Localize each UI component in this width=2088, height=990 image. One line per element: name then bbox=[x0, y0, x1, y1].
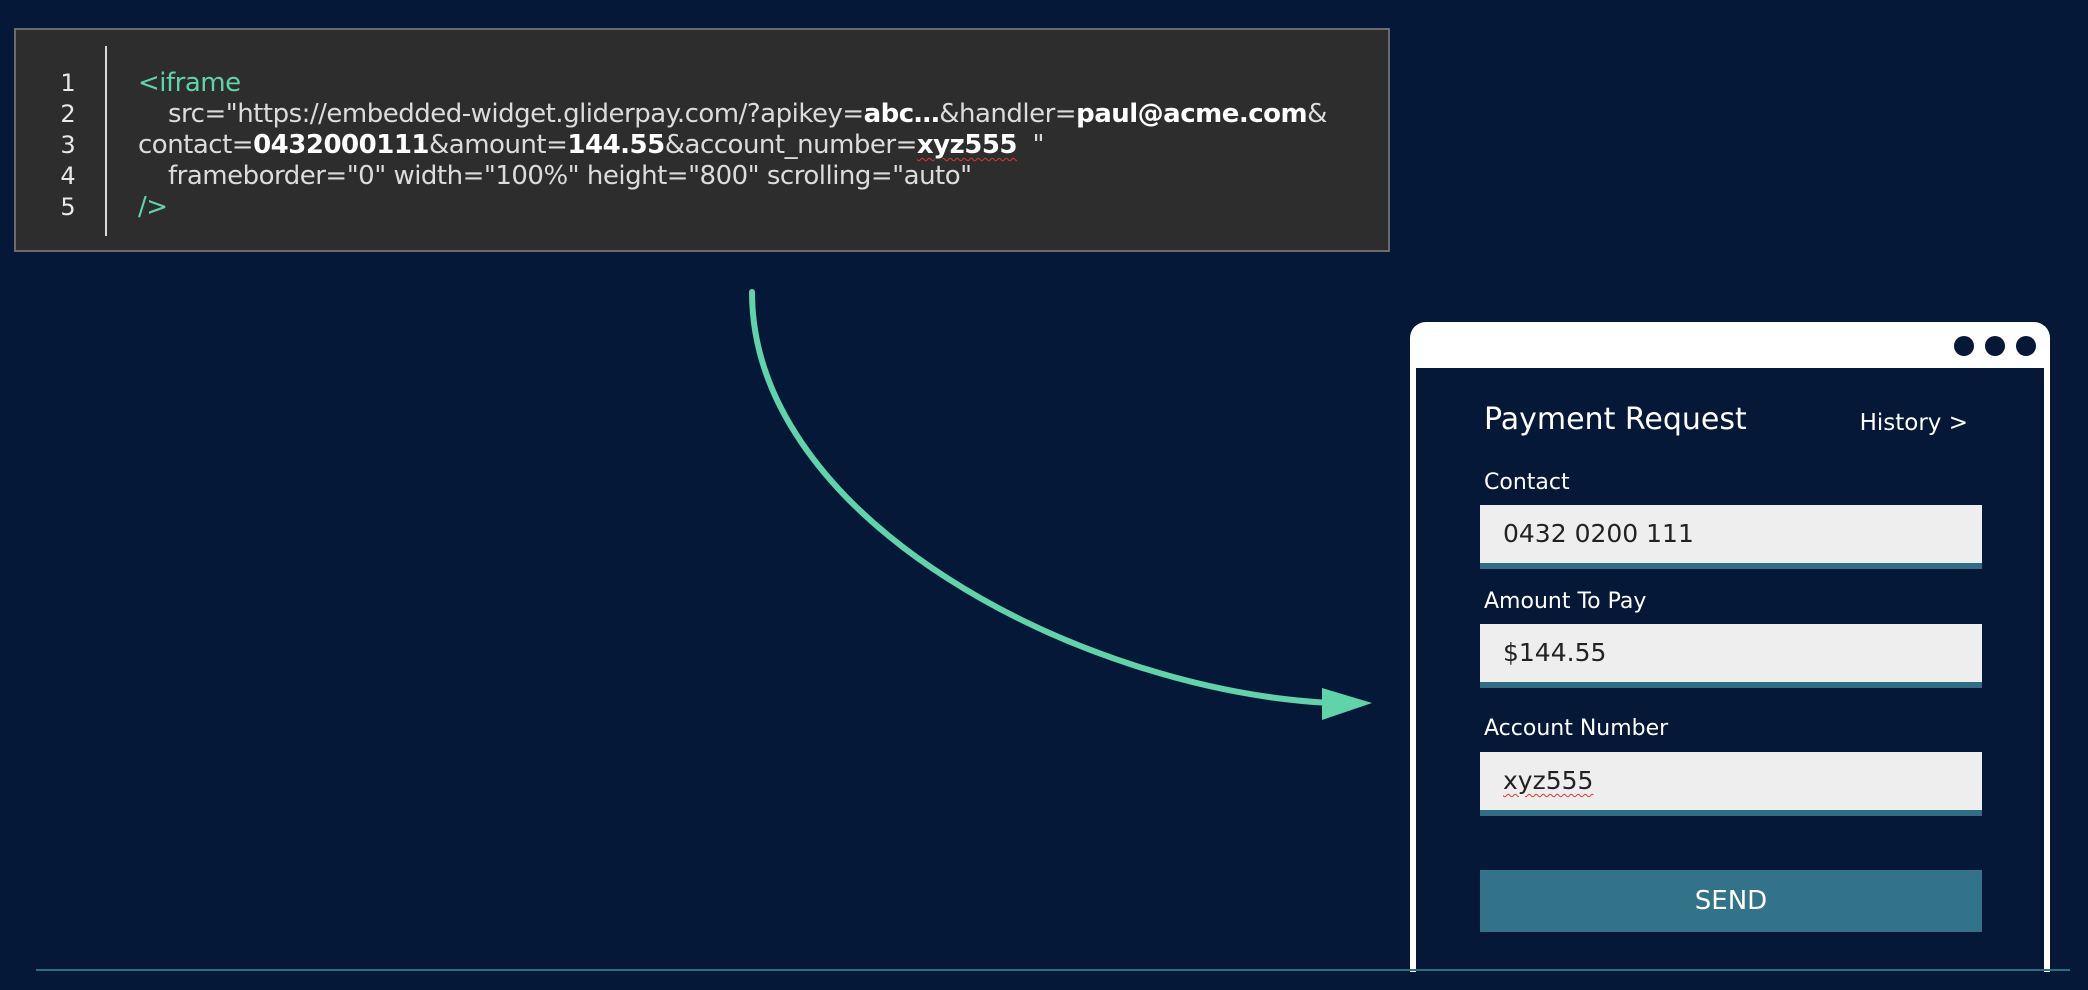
amount-label: Amount To Pay bbox=[1484, 589, 1647, 614]
window-controls bbox=[1954, 336, 2036, 356]
account-number-field[interactable]: xyz555 bbox=[1480, 752, 1982, 816]
dot-icon[interactable] bbox=[2016, 336, 2036, 356]
dot-icon[interactable] bbox=[1954, 336, 1974, 356]
account-number-value: xyz555 bbox=[1503, 766, 1594, 795]
payment-widget-window: Payment Request History > Contact 0432 0… bbox=[1410, 322, 2050, 972]
widget-body: Payment Request History > Contact 0432 0… bbox=[1416, 368, 2044, 972]
page-title: Payment Request bbox=[1484, 402, 1747, 437]
contact-label: Contact bbox=[1484, 470, 1570, 495]
send-button[interactable]: SEND bbox=[1480, 870, 1982, 932]
account-number-label: Account Number bbox=[1484, 716, 1669, 741]
bottom-divider bbox=[36, 969, 2070, 971]
history-link[interactable]: History > bbox=[1860, 410, 1968, 436]
dot-icon[interactable] bbox=[1985, 336, 2005, 356]
amount-field[interactable]: $144.55 bbox=[1480, 624, 1982, 688]
contact-field[interactable]: 0432 0200 111 bbox=[1480, 505, 1982, 569]
